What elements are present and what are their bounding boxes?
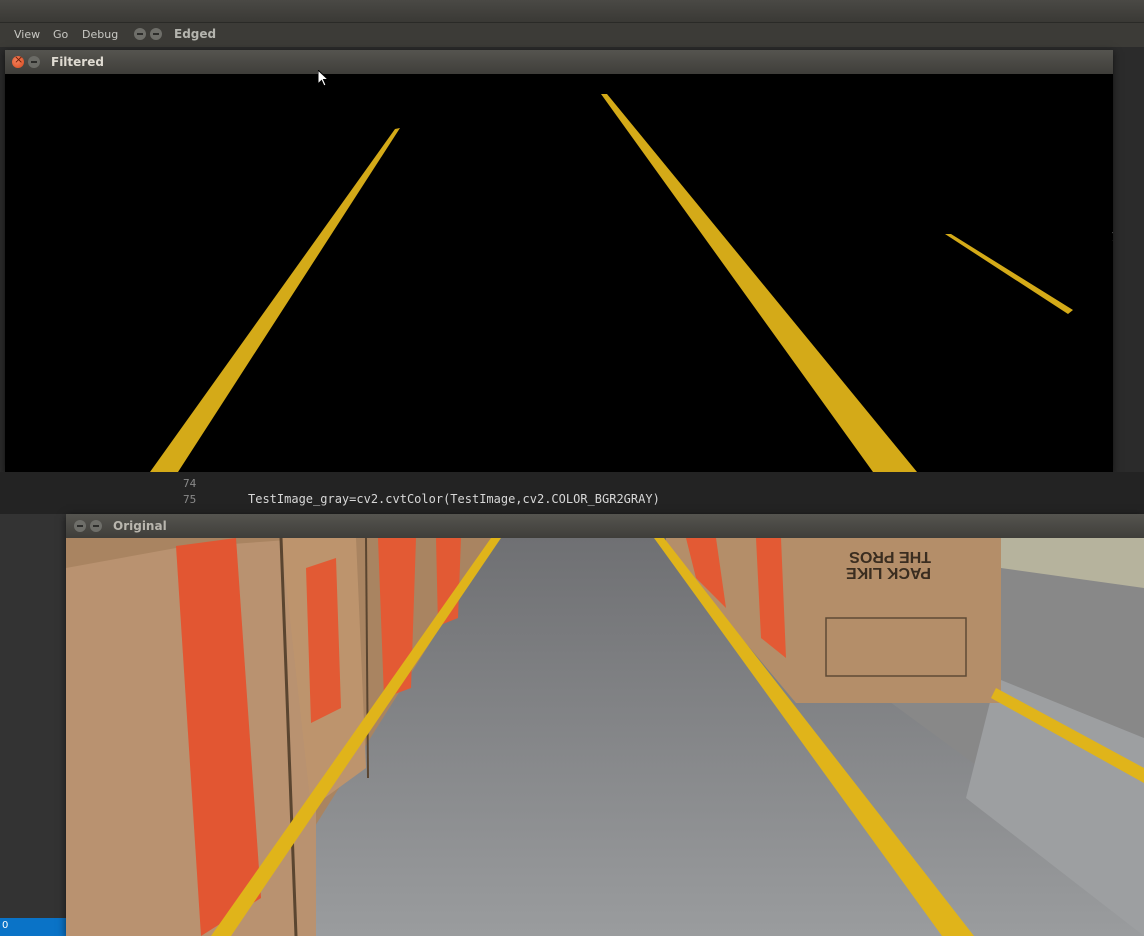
line-number: 74	[183, 477, 197, 490]
close-icon[interactable]	[12, 53, 24, 68]
menu-view[interactable]: View	[14, 28, 40, 41]
original-titlebar[interactable]: Original	[66, 514, 1144, 539]
box-print-line1: THE PROS	[849, 548, 931, 565]
line-number: 75	[183, 493, 197, 506]
minimize-icon[interactable]	[28, 56, 40, 68]
ide-side-panel	[0, 514, 66, 936]
filtered-window-title: Filtered	[51, 55, 104, 69]
original-window-title: Original	[113, 519, 167, 533]
filtered-image	[5, 74, 1144, 472]
original-window[interactable]: Original THE PROS PACK LIKE	[66, 514, 1144, 936]
menu-go[interactable]: Go	[53, 28, 68, 41]
filtered-lane-mask	[5, 74, 1144, 472]
code-line[interactable]: TestImage_gray=cv2.cvtColor(TestImage,cv…	[248, 492, 660, 506]
mouse-pointer-icon	[317, 68, 330, 92]
edged-minimize-icon[interactable]	[150, 28, 162, 40]
edged-window-title: Edged	[174, 27, 217, 41]
ide-menubar: View Go Debug Edged	[0, 22, 1144, 47]
status-bar: 0	[0, 918, 66, 936]
top-panel	[0, 0, 1144, 22]
code-editor[interactable]: 74 75 TestImage_gray=cv2.cvtColor(TestIm…	[0, 472, 1144, 514]
menu-debug[interactable]: Debug	[82, 28, 118, 41]
status-text: 0	[2, 920, 9, 931]
filtered-window[interactable]: Filtered	[5, 50, 1144, 472]
original-camera-image: THE PROS PACK LIKE	[66, 538, 1144, 936]
minimize-icon[interactable]	[90, 520, 102, 532]
edged-close-icon[interactable]	[134, 28, 146, 40]
hallway-photo: THE PROS PACK LIKE	[66, 538, 1144, 936]
close-icon[interactable]	[74, 520, 86, 532]
box-print-line2: PACK LIKE	[846, 564, 931, 581]
filtered-titlebar[interactable]: Filtered	[5, 50, 1113, 75]
